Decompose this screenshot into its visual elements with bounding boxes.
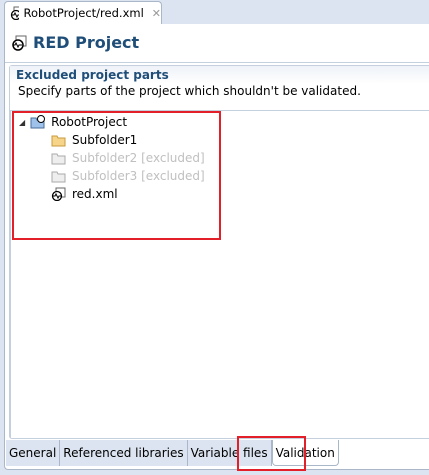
section-description: Specify parts of the project which shoul… [18,84,361,98]
page-header: RED Project [11,33,139,52]
tab-referenced-libraries[interactable]: Referenced libraries [60,440,188,466]
editor-tab-title: RobotProject/red.xml [23,6,144,20]
highlight-box-validation-tab [237,436,306,471]
page-title: RED Project [33,33,140,52]
tab-general[interactable]: General [6,440,61,466]
robot-file-icon [10,6,20,20]
editor-tab-bar: RobotProject/red.xml ✕ [0,0,429,24]
robot-file-icon [12,35,27,51]
editor-area: RED Project Excluded project parts Speci… [4,24,429,470]
section-title: Excluded project parts [10,66,429,84]
editor-tab[interactable]: RobotProject/red.xml ✕ [4,1,162,24]
close-icon[interactable]: ✕ [152,7,161,20]
highlight-box-tree [12,111,221,240]
divider [5,62,429,63]
